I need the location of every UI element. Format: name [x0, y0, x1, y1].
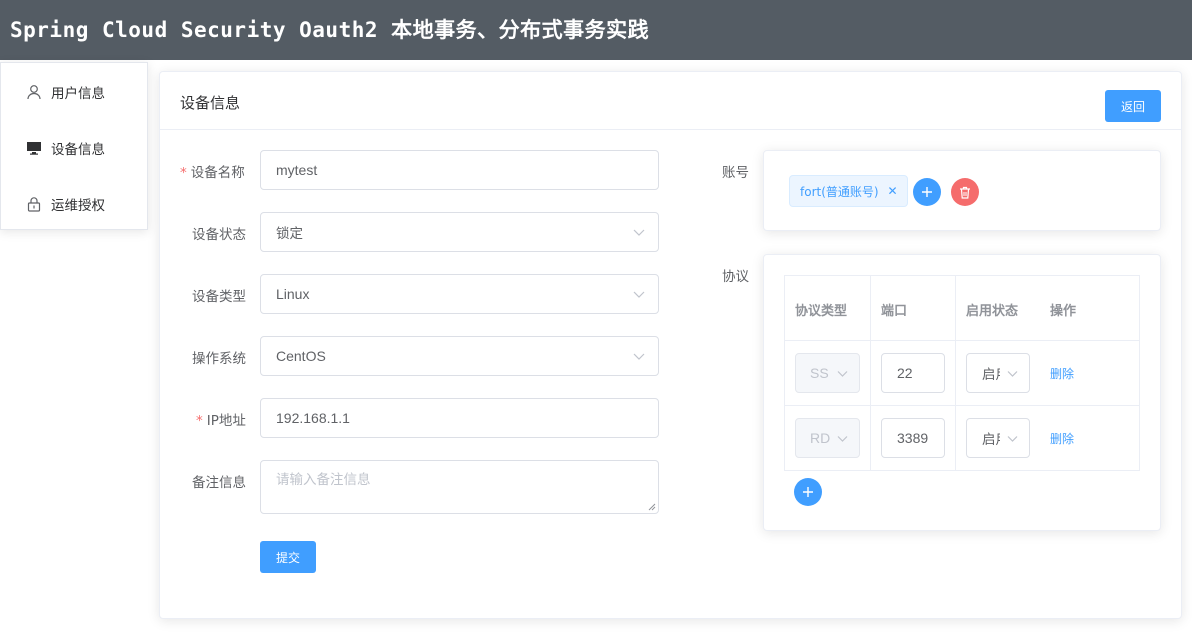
sidebar-item-label: 用户信息 — [51, 86, 105, 102]
account-tag: fort(普通账号) ✕ — [789, 175, 908, 207]
sidebar-item-label: 设备信息 — [51, 142, 105, 158]
account-label: 账号 — [722, 165, 749, 181]
table-header-action: 操作 — [1050, 304, 1077, 319]
delete-row-link[interactable]: 删除 — [1050, 430, 1074, 447]
back-button[interactable]: 返回 — [1105, 90, 1161, 122]
device-type-label: 设备类型 — [192, 289, 246, 305]
remark-textarea[interactable]: 请输入备注信息 — [260, 460, 659, 514]
add-protocol-button[interactable] — [794, 478, 822, 506]
protocol-type-select: RD — [795, 418, 860, 458]
table-header-status: 启用状态 — [966, 304, 1019, 319]
top-bar: Spring Cloud Security Oauth2 本地事务、分布式事务实… — [0, 0, 1192, 60]
sidebar-item-user-info[interactable]: 用户信息 — [1, 64, 147, 120]
table-divider — [784, 405, 1140, 406]
monitor-icon — [25, 139, 43, 157]
table-divider — [955, 275, 956, 471]
card-header: 设备信息 — [160, 72, 1181, 130]
sidebar-item-device-info[interactable]: 设备信息 — [1, 120, 147, 176]
device-name-label: * 设备名称 — [180, 165, 245, 181]
required-mark: * — [180, 165, 187, 181]
plus-icon — [803, 487, 813, 497]
os-select[interactable]: CentOS — [260, 336, 659, 376]
chevron-down-icon — [836, 432, 849, 445]
chevron-down-icon — [633, 353, 645, 360]
sidebar-item-label: 运维授权 — [51, 198, 105, 214]
ip-label: * IP地址 — [196, 413, 246, 429]
device-type-select[interactable]: Linux — [260, 274, 659, 314]
page-title: 设备信息 — [180, 94, 241, 112]
status-select[interactable]: 启用 — [966, 418, 1030, 458]
close-icon[interactable]: ✕ — [887, 184, 899, 198]
chevron-down-icon — [1006, 432, 1019, 445]
table-header-type: 协议类型 — [795, 304, 848, 319]
table-divider — [870, 275, 871, 471]
port-input[interactable]: 22 — [881, 353, 945, 393]
chevron-down-icon — [633, 291, 645, 298]
device-status-label: 设备状态 — [192, 227, 246, 243]
delete-account-button[interactable] — [951, 178, 979, 206]
protocol-type-select: SS — [795, 353, 860, 393]
chevron-down-icon — [836, 367, 849, 380]
table-header-port: 端口 — [881, 304, 908, 319]
delete-row-link[interactable]: 删除 — [1050, 365, 1074, 382]
device-name-input[interactable]: mytest — [260, 150, 659, 190]
ip-input[interactable]: 192.168.1.1 — [260, 398, 659, 438]
os-label: 操作系统 — [192, 351, 246, 367]
sidebar-menu: 用户信息 设备信息 运维授权 — [0, 62, 148, 230]
submit-button[interactable]: 提交 — [260, 541, 316, 573]
trash-icon — [960, 186, 970, 199]
remark-label: 备注信息 — [192, 475, 246, 491]
chevron-down-icon — [633, 229, 645, 236]
chevron-down-icon — [1006, 367, 1019, 380]
status-select[interactable]: 启用 — [966, 353, 1030, 393]
add-account-button[interactable] — [913, 178, 941, 206]
required-mark: * — [196, 413, 203, 429]
port-input[interactable]: 3389 — [881, 418, 945, 458]
table-divider — [784, 340, 1140, 341]
protocol-label: 协议 — [722, 269, 749, 285]
device-status-select[interactable]: 锁定 — [260, 212, 659, 252]
plus-icon — [922, 187, 932, 197]
app-title: Spring Cloud Security Oauth2 本地事务、分布式事务实… — [10, 18, 650, 42]
lock-icon — [25, 195, 43, 213]
user-icon — [25, 83, 43, 101]
sidebar-item-ops-auth[interactable]: 运维授权 — [1, 176, 147, 232]
resize-handle-icon[interactable] — [648, 503, 656, 511]
